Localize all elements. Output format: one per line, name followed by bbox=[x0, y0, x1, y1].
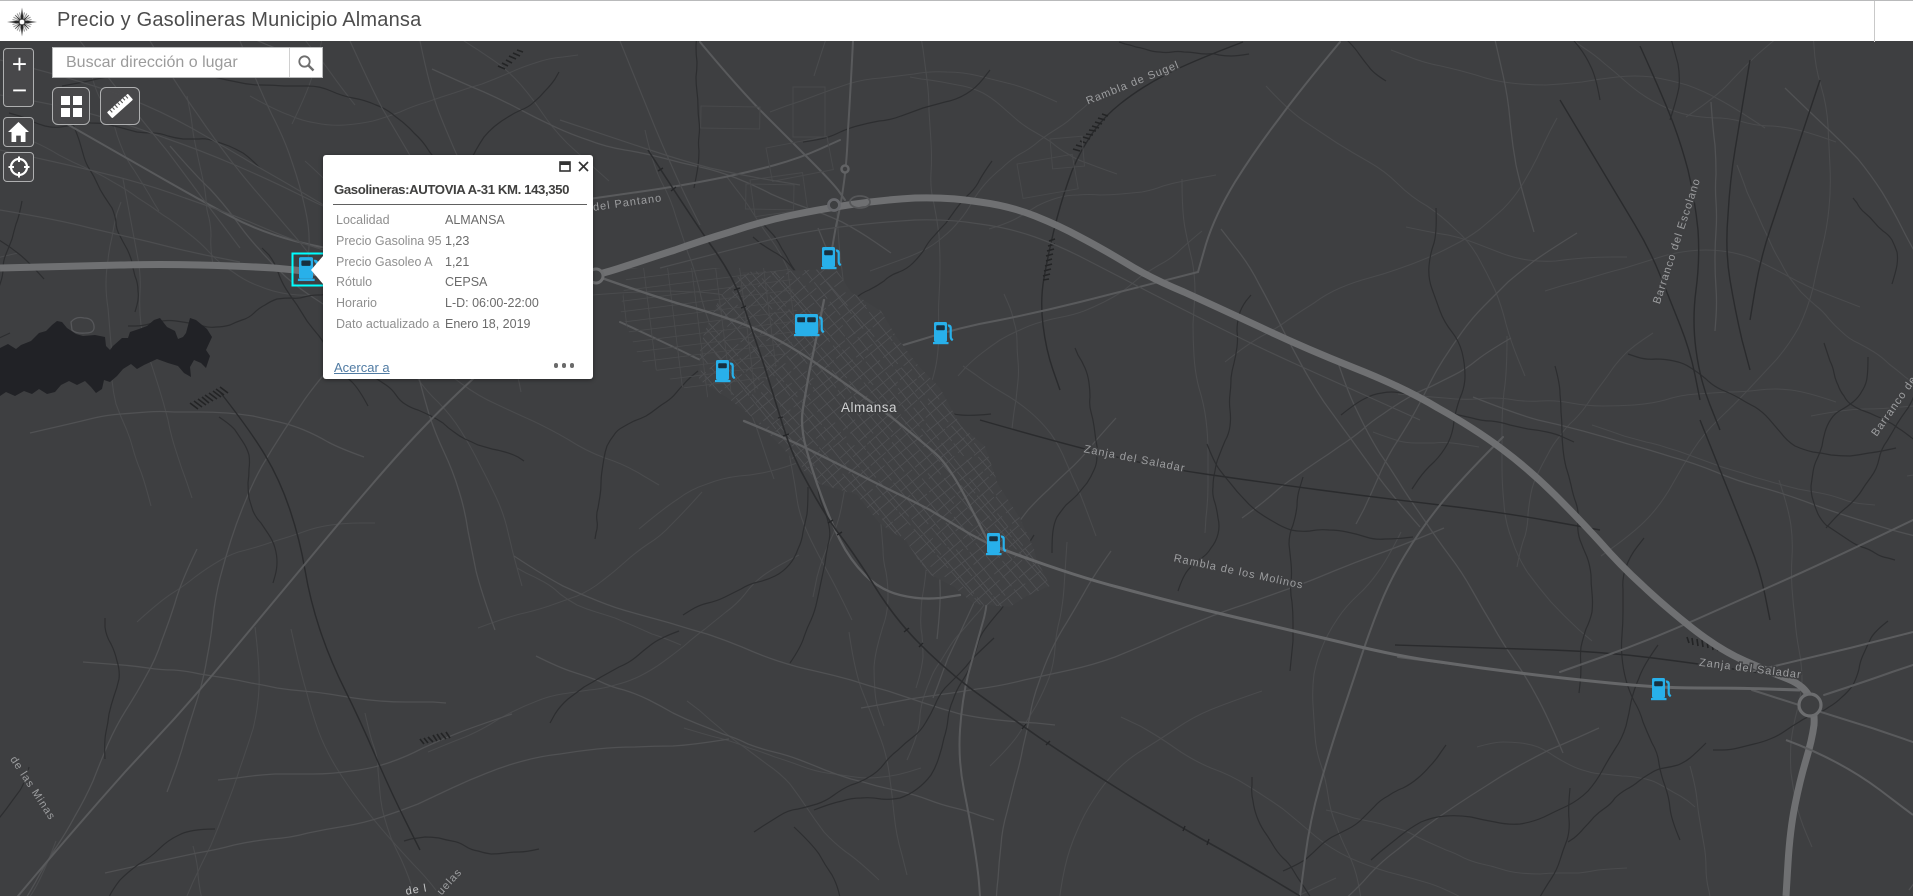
svg-text:Almansa: Almansa bbox=[841, 400, 897, 415]
